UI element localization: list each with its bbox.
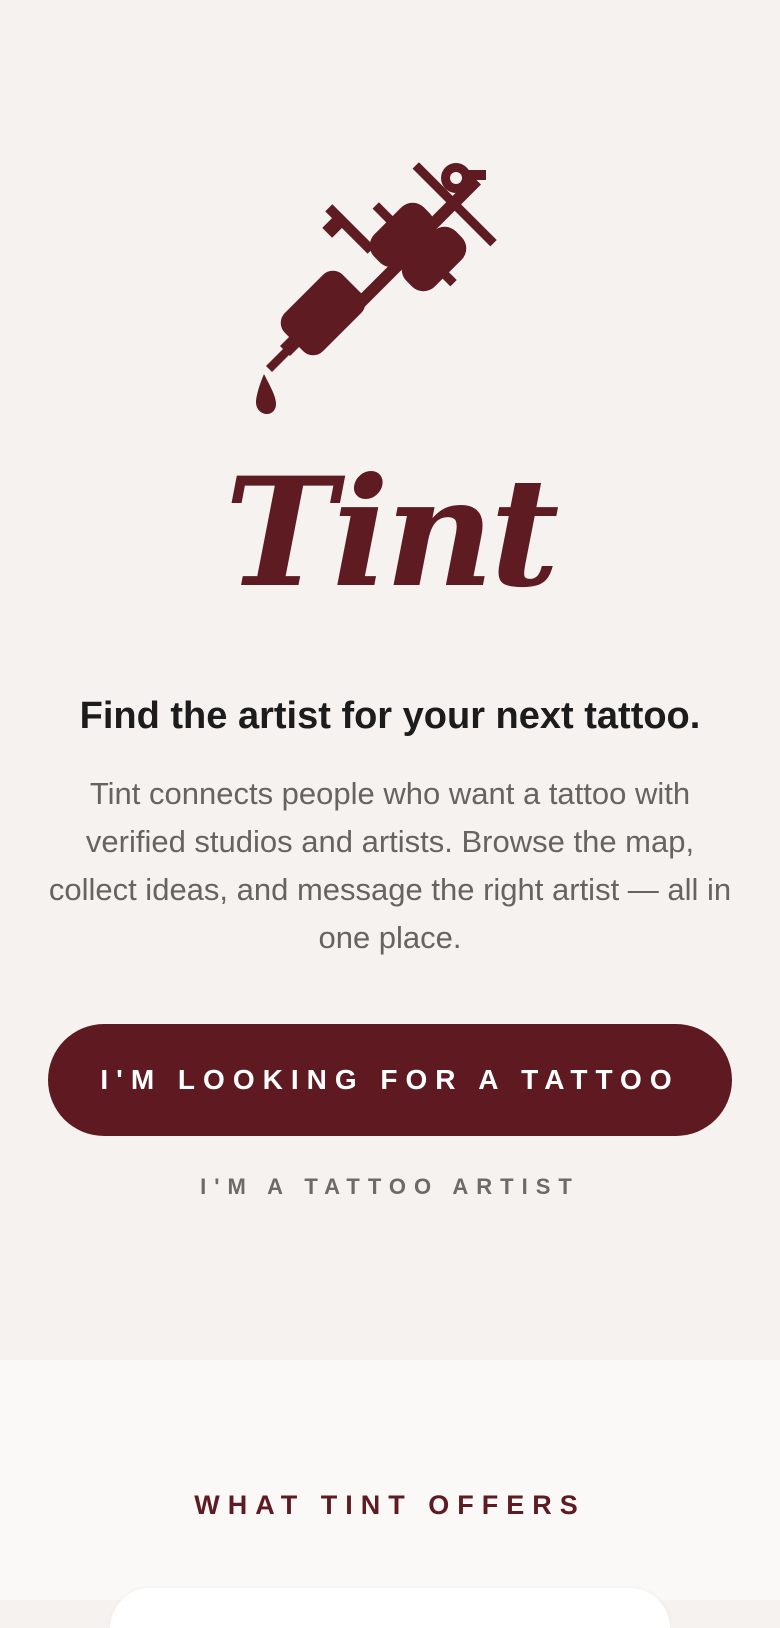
offer-card [110,1588,670,1628]
brand-wordmark: Tint [224,445,560,621]
tattoo-artist-link[interactable]: I'M A TATTOO ARTIST [0,1174,780,1200]
offers-section: WHAT TINT OFFERS [0,1360,780,1628]
tattoo-machine-icon [256,162,497,414]
intro-description: Tint connects people who want a tattoo w… [48,776,732,955]
looking-for-tattoo-button-label: I'M LOOKING FOR A TATTOO [100,1064,680,1095]
looking-for-tattoo-button[interactable]: I'M LOOKING FOR A TATTOO [48,1024,732,1136]
page-title: Find the artist for your next tattoo. [79,695,701,737]
hero-section: Tint Find the artist for your next tatto… [0,0,780,1360]
offers-heading: WHAT TINT OFFERS [194,1490,586,1520]
